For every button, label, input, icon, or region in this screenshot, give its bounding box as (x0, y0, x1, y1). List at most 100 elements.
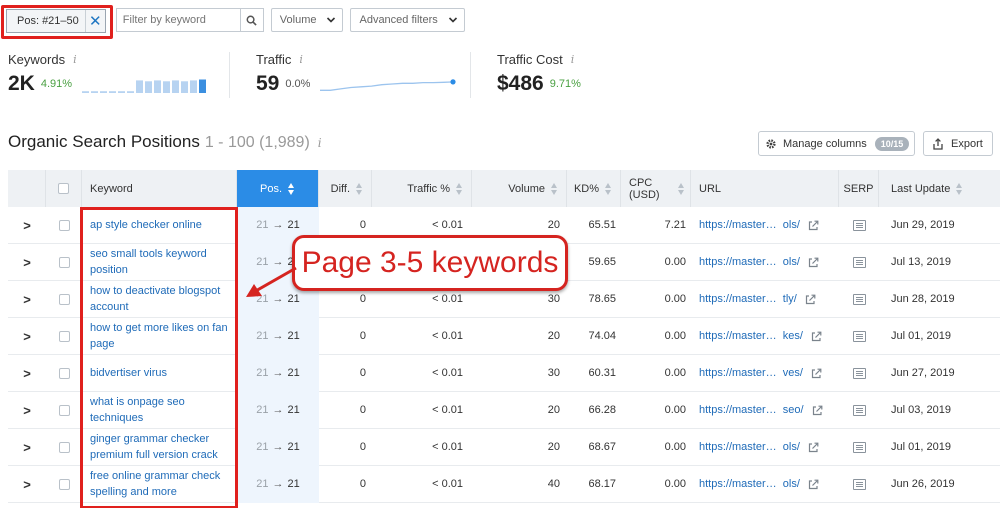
chevron-right-icon: > (23, 328, 31, 344)
kd-value: 66.28 (588, 404, 616, 416)
info-icon[interactable]: i (299, 53, 303, 66)
serp-icon[interactable] (852, 330, 866, 342)
row-checkbox[interactable] (58, 219, 70, 231)
external-link-icon[interactable] (808, 257, 819, 268)
keywords-trend-bar (82, 91, 90, 93)
serp-icon[interactable] (852, 293, 866, 305)
position-value: 21→21 (256, 478, 300, 490)
header-keyword[interactable]: Keyword (82, 170, 237, 207)
url-end: kes/ (782, 330, 803, 342)
chevron-down-icon (327, 17, 336, 23)
cpc-value: 0.00 (664, 441, 686, 453)
url-start: https://master… (699, 330, 777, 342)
url-link[interactable]: https://master… tly/ (699, 293, 797, 305)
row-checkbox[interactable] (58, 330, 70, 342)
expand-row-button[interactable]: > (8, 318, 46, 355)
traffic-value: < 0.01 (432, 478, 463, 490)
expand-row-button[interactable]: > (8, 207, 46, 244)
url-start: https://master… (699, 478, 777, 490)
external-link-icon[interactable] (805, 294, 816, 305)
external-link-icon[interactable] (808, 220, 819, 231)
info-icon[interactable]: i (318, 136, 322, 150)
position-from: 21 (256, 478, 269, 490)
position-filter-chip[interactable]: Pos: #21–50 ✕ (1, 5, 113, 39)
url-link[interactable]: https://master… seo/ (699, 404, 804, 416)
url-link[interactable]: https://master… ols/ (699, 219, 800, 231)
keywords-trend-bar (100, 91, 108, 93)
external-link-icon[interactable] (808, 442, 819, 453)
url-start: https://master… (699, 404, 777, 416)
cpc-cell: 0.00 (621, 355, 691, 392)
position-value: 21→21 (256, 330, 300, 342)
volume-cell: 20 (472, 429, 567, 466)
header-diff[interactable]: Diff. (319, 170, 372, 207)
sort-icon (956, 182, 963, 195)
keyword-filter-input[interactable] (115, 8, 240, 32)
traffic-value: < 0.01 (432, 330, 463, 342)
volume-value: 30 (547, 367, 560, 379)
external-link-icon[interactable] (812, 405, 823, 416)
traffic-trend-endpoint (450, 79, 457, 85)
header-volume[interactable]: Volume (472, 170, 567, 207)
url-link[interactable]: https://master… ols/ (699, 441, 800, 453)
header-last-update[interactable]: Last Update (879, 170, 983, 207)
cpc-value: 0.00 (664, 330, 686, 342)
keyword-filter (115, 8, 264, 32)
expand-row-button[interactable]: > (8, 392, 46, 429)
expand-row-button[interactable]: > (8, 466, 46, 503)
page-title: Organic Search Positions 1 - 100 (1,989)… (8, 132, 322, 152)
url-link[interactable]: https://master… ves/ (699, 367, 803, 379)
external-link-icon[interactable] (808, 479, 819, 490)
kd-cell: 60.31 (567, 355, 621, 392)
expand-row-button[interactable]: > (8, 244, 46, 281)
cpc-cell: 0.00 (621, 281, 691, 318)
serp-icon[interactable] (852, 367, 866, 379)
expand-row-button[interactable]: > (8, 355, 46, 392)
select-all-checkbox[interactable] (58, 183, 69, 194)
url-end: ols/ (782, 478, 800, 490)
row-checkbox[interactable] (58, 256, 70, 268)
serp-icon[interactable] (852, 478, 866, 490)
volume-value: 20 (547, 219, 560, 231)
volume-dropdown[interactable]: Volume (270, 8, 344, 32)
position-cell: 21→21 (237, 391, 319, 429)
url-link[interactable]: https://master… ols/ (699, 256, 800, 268)
kd-value: 74.04 (588, 330, 616, 342)
position-value: 21→21 (256, 441, 300, 453)
external-link-icon[interactable] (811, 331, 822, 342)
external-link-icon[interactable] (811, 368, 822, 379)
url-link[interactable]: https://master… kes/ (699, 330, 803, 342)
header-kd[interactable]: KD% (567, 170, 621, 207)
serp-cell (839, 207, 879, 244)
header-cpc[interactable]: CPC (USD) (621, 170, 691, 207)
expand-row-button[interactable]: > (8, 281, 46, 318)
position-value: 21→21 (256, 219, 300, 231)
serp-icon[interactable] (852, 219, 866, 231)
expand-row-button[interactable]: > (8, 429, 46, 466)
advanced-filters-dropdown[interactable]: Advanced filters (350, 8, 465, 32)
url-cell: https://master… kes/ (691, 318, 839, 355)
header-position[interactable]: Pos. (237, 170, 319, 207)
result-range: 1 - 100 (1,989) (204, 134, 310, 151)
serp-icon[interactable] (852, 441, 866, 453)
row-checkbox[interactable] (58, 478, 70, 490)
manage-columns-button[interactable]: Manage columns 10/15 (758, 131, 915, 156)
url-link[interactable]: https://master… ols/ (699, 478, 800, 490)
export-button[interactable]: Export (923, 131, 993, 156)
info-icon[interactable]: i (571, 53, 575, 66)
diff-value: 0 (359, 293, 366, 305)
header-traffic-pct[interactable]: Traffic % (372, 170, 472, 207)
row-checkbox[interactable] (58, 293, 70, 305)
cpc-value: 0.00 (664, 367, 686, 379)
row-checkbox[interactable] (58, 441, 70, 453)
row-checkbox[interactable] (58, 404, 70, 416)
search-button[interactable] (239, 8, 264, 32)
row-checkbox[interactable] (58, 367, 70, 379)
position-to: 21 (287, 441, 300, 453)
row-select (46, 281, 82, 318)
serp-icon[interactable] (852, 404, 866, 416)
info-icon[interactable]: i (73, 53, 77, 66)
cpc-cell: 0.00 (621, 429, 691, 466)
position-to: 21 (287, 404, 300, 416)
serp-icon[interactable] (852, 256, 866, 268)
